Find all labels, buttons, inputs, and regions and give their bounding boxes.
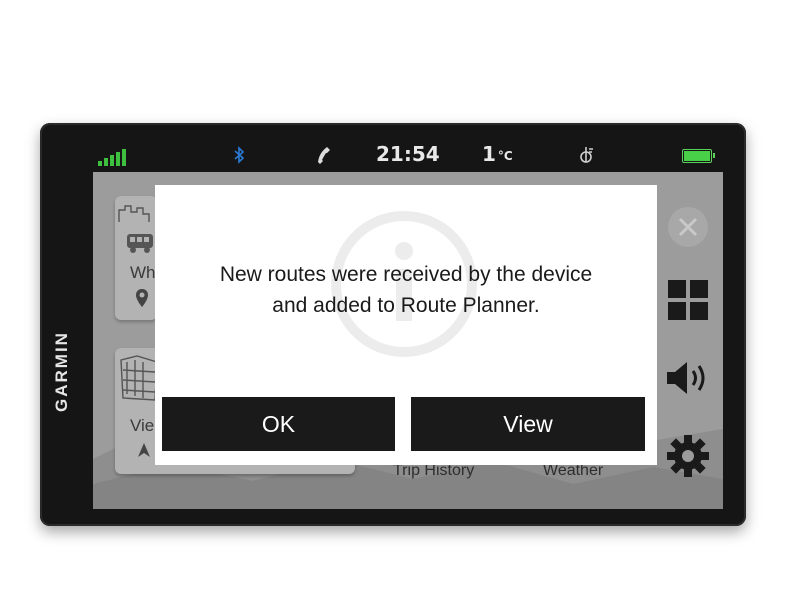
dialog-message-line2: and added to Route Planner.: [272, 294, 540, 317]
temperature-unit: °C: [497, 149, 513, 163]
phone-icon: [318, 147, 330, 164]
navigation-arrow-icon: [138, 443, 150, 457]
volume-icon[interactable]: [665, 358, 713, 398]
clock-time: 21:54: [376, 142, 440, 166]
where-to-label: Wh: [130, 263, 156, 282]
ok-button[interactable]: OK: [162, 397, 395, 451]
status-bar: 21:54 1 °C: [92, 140, 722, 170]
dialog-message: New routes were received by the device a…: [155, 259, 657, 321]
view-map-label: Vie: [130, 416, 155, 435]
map-grid-icon: [120, 355, 158, 401]
temperature-value: 1: [482, 142, 496, 166]
apps-grid-icon[interactable]: [667, 279, 709, 321]
settings-gear-icon[interactable]: [666, 434, 710, 478]
battery-icon: [682, 149, 715, 163]
dialog-message-line1: New routes were received by the device: [219, 263, 593, 286]
close-icon[interactable]: [666, 205, 710, 249]
where-to-tile[interactable]: Wh: [115, 196, 157, 320]
city-bus-icon: [118, 205, 153, 253]
view-button[interactable]: View: [411, 397, 645, 451]
route-received-dialog: New routes were received by the device a…: [155, 185, 657, 465]
signal-bars-icon: [98, 148, 134, 166]
map-pin-icon: [136, 289, 148, 307]
temperature-readout: 1 °C: [482, 142, 513, 166]
traffic-icon: [580, 147, 593, 163]
bluetooth-icon: [234, 146, 245, 164]
